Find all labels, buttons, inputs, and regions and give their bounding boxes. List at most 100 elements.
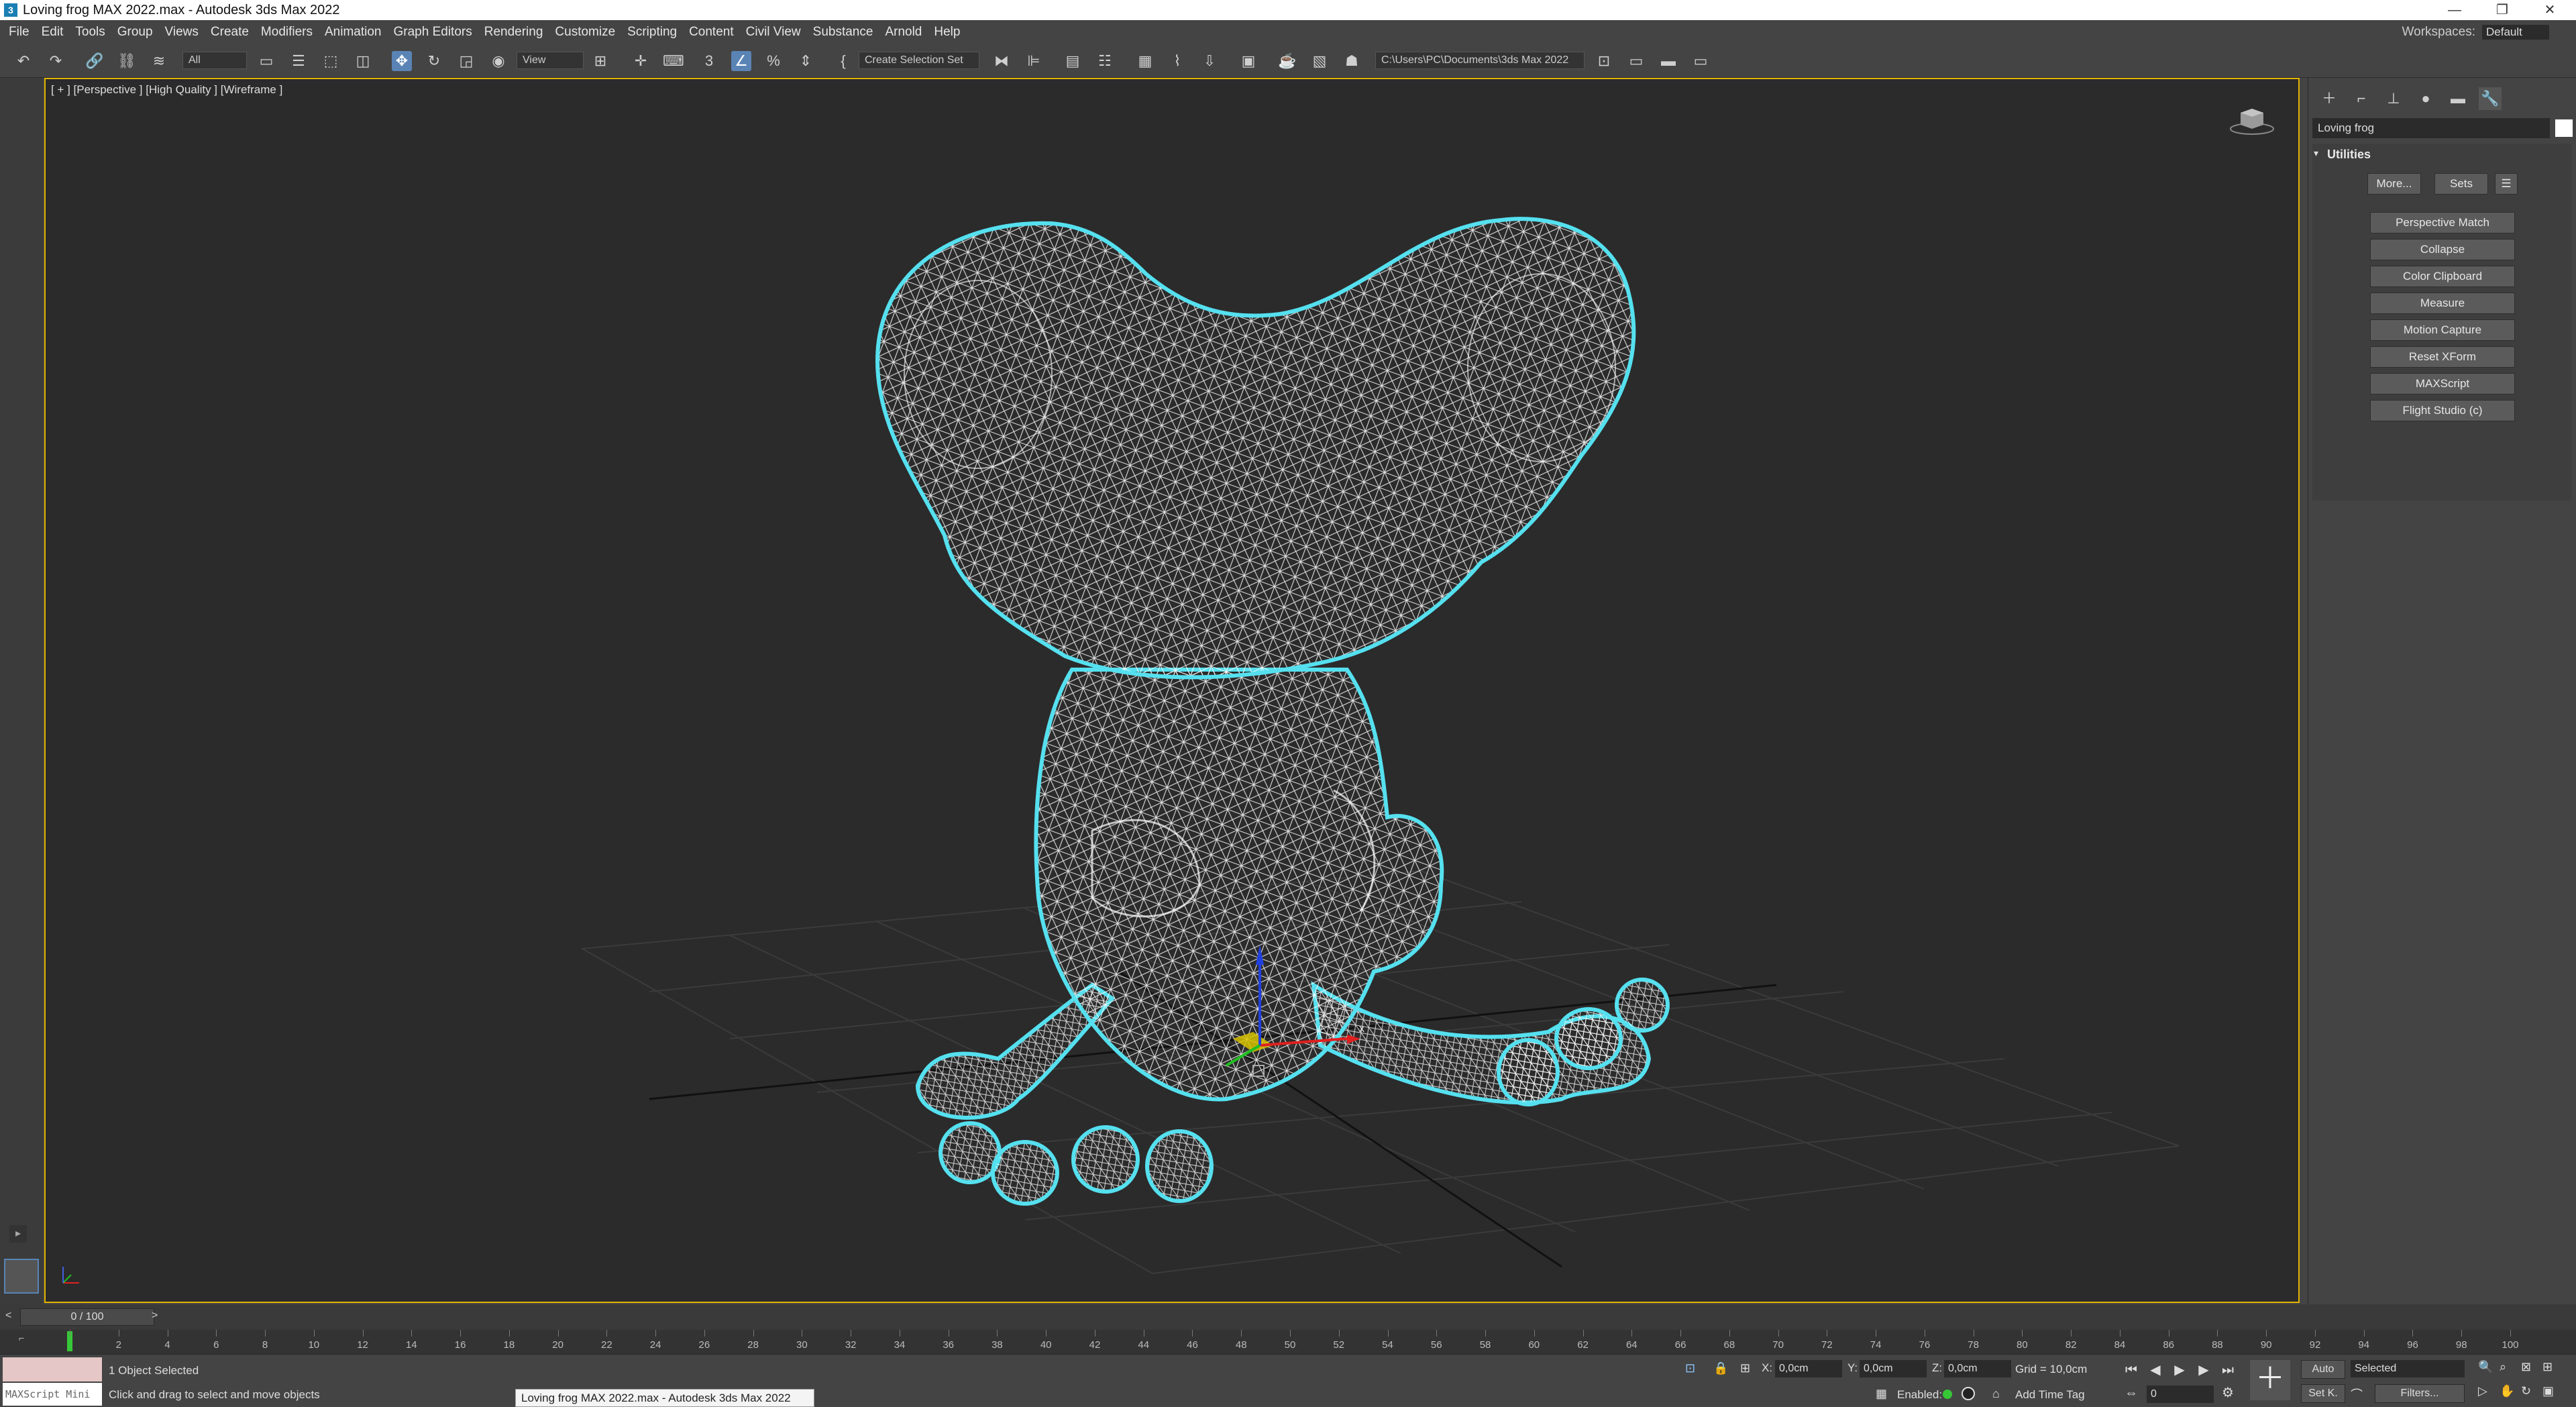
- menu-item-scripting[interactable]: Scripting: [621, 20, 683, 44]
- align-icon[interactable]: ⊫: [1024, 51, 1044, 71]
- auto-key-button[interactable]: Auto: [2301, 1360, 2345, 1379]
- menu-item-animation[interactable]: Animation: [319, 20, 388, 44]
- lock-selection-icon[interactable]: 🔒: [1713, 1361, 1728, 1375]
- pan-view-icon[interactable]: ✋: [2500, 1384, 2514, 1398]
- x-coordinate-field[interactable]: 0,0cm: [1775, 1360, 1842, 1377]
- reference-coordinate-dropdown[interactable]: View: [517, 52, 584, 69]
- undo-icon[interactable]: ↶: [13, 51, 34, 71]
- utility-button-measure[interactable]: Measure: [2370, 293, 2515, 314]
- object-name-field[interactable]: Loving frog: [2312, 118, 2550, 138]
- absolute-mode-icon[interactable]: ⊞: [1740, 1361, 1750, 1375]
- menu-item-content[interactable]: Content: [683, 20, 740, 44]
- utility-button-color-clipboard[interactable]: Color Clipboard: [2370, 266, 2515, 287]
- isolate-icon[interactable]: ⊡: [1685, 1361, 1695, 1375]
- utility-button-perspective-match[interactable]: Perspective Match: [2370, 212, 2515, 233]
- minimize-button[interactable]: —: [2438, 0, 2471, 20]
- selection-filter-dropdown[interactable]: All: [182, 52, 247, 69]
- select-scale-icon[interactable]: ◲: [456, 51, 476, 71]
- bind-spacewarp-icon[interactable]: ≋: [149, 51, 169, 71]
- spinner-snap-icon[interactable]: ⇕: [796, 51, 816, 71]
- goto-start-icon[interactable]: ⏮: [2121, 1360, 2141, 1380]
- play-icon[interactable]: ▶: [2169, 1360, 2190, 1380]
- named-selection-dropdown[interactable]: Create Selection Set: [859, 52, 979, 69]
- adaptive-degradation-icon[interactable]: ▦: [1876, 1387, 1887, 1401]
- menu-item-modifiers[interactable]: Modifiers: [255, 20, 319, 44]
- key-mode-icon[interactable]: ⇔: [2121, 1383, 2141, 1403]
- expand-arrow-icon[interactable]: ▸: [9, 1225, 27, 1243]
- key-mode-dropdown[interactable]: Selected: [2351, 1360, 2465, 1377]
- zoom-extents-all-icon[interactable]: ⊞: [2542, 1360, 2553, 1374]
- display-tab-icon[interactable]: ▬: [2447, 87, 2469, 110]
- project-folder-icon[interactable]: ⊡: [1594, 51, 1614, 71]
- time-tag-icon[interactable]: [1962, 1387, 1975, 1400]
- menu-item-file[interactable]: File: [3, 20, 36, 44]
- utility-button-collapse[interactable]: Collapse: [2370, 239, 2515, 260]
- object-color-swatch[interactable]: [2555, 119, 2573, 137]
- time-prev-icon[interactable]: <: [5, 1310, 11, 1322]
- utility-button-motion-capture[interactable]: Motion Capture: [2370, 319, 2515, 341]
- modify-tab-icon[interactable]: ⌐: [2350, 87, 2373, 110]
- y-coordinate-field[interactable]: 0,0cm: [1860, 1360, 1927, 1377]
- asset-tracking-icon[interactable]: ▭: [1690, 51, 1711, 71]
- menu-item-graph-editors[interactable]: Graph Editors: [388, 20, 478, 44]
- zoom-all-icon[interactable]: ⌕: [2500, 1360, 2506, 1374]
- menu-item-rendering[interactable]: Rendering: [478, 20, 549, 44]
- restore-button[interactable]: ❐: [2485, 0, 2519, 20]
- select-manipulate-icon[interactable]: ✛: [631, 51, 651, 71]
- unlink-icon[interactable]: ⛓: [117, 51, 137, 71]
- menu-item-group[interactable]: Group: [111, 20, 159, 44]
- current-frame-field[interactable]: 0: [2147, 1386, 2214, 1403]
- close-button[interactable]: ✕: [2533, 0, 2567, 20]
- rect-selection-icon[interactable]: ⬚: [321, 51, 341, 71]
- select-by-name-icon[interactable]: ☰: [288, 51, 309, 71]
- enabled-indicator[interactable]: [1943, 1390, 1952, 1399]
- sets-button[interactable]: Sets: [2434, 173, 2488, 195]
- configure-sets-icon[interactable]: ☰: [2495, 173, 2518, 195]
- workspaces-dropdown[interactable]: Default: [2482, 25, 2549, 40]
- hierarchy-tab-icon[interactable]: ⊥: [2382, 87, 2405, 110]
- menu-item-tools[interactable]: Tools: [69, 20, 111, 44]
- z-coordinate-field[interactable]: 0,0cm: [1944, 1360, 2011, 1377]
- key-filters-button[interactable]: Filters...: [2375, 1384, 2465, 1403]
- utility-button-maxscript[interactable]: MAXScript: [2370, 373, 2515, 395]
- maxscript-listener-pane[interactable]: [3, 1357, 102, 1382]
- material-editor-icon[interactable]: ▣: [1238, 51, 1258, 71]
- redo-icon[interactable]: ↷: [46, 51, 66, 71]
- render-production-icon[interactable]: ☗: [1342, 51, 1362, 71]
- percent-snap-icon[interactable]: %: [763, 51, 784, 71]
- menu-item-civil-view[interactable]: Civil View: [740, 20, 807, 44]
- ribbon-icon[interactable]: ▦: [1135, 51, 1155, 71]
- motion-tab-icon[interactable]: ●: [2414, 87, 2437, 110]
- select-move-icon[interactable]: ✥: [392, 51, 412, 71]
- orbit-icon[interactable]: ↻: [2521, 1384, 2531, 1398]
- window-crossing-icon[interactable]: ◫: [353, 51, 373, 71]
- utility-button-reset-xform[interactable]: Reset XForm: [2370, 346, 2515, 368]
- viewport-layout-icon[interactable]: [4, 1259, 39, 1294]
- layer-explorer-icon[interactable]: ☷: [1095, 51, 1115, 71]
- set-key-big-icon[interactable]: ＋: [2250, 1360, 2290, 1400]
- utilities-rollout-title[interactable]: Utilities: [2327, 144, 2371, 165]
- render-setup-icon[interactable]: ☕: [1277, 51, 1297, 71]
- menu-item-create[interactable]: Create: [205, 20, 255, 44]
- select-object-icon[interactable]: ▭: [256, 51, 276, 71]
- create-project-icon[interactable]: ▭: [1626, 51, 1646, 71]
- select-rotate-icon[interactable]: ↻: [424, 51, 444, 71]
- curve-editor-toggle-icon[interactable]: ⌐: [19, 1333, 24, 1343]
- perspective-viewport[interactable]: [ + ] [Perspective ] [High Quality ] [Wi…: [44, 78, 2300, 1303]
- snaps-toggle-icon[interactable]: 3: [699, 51, 719, 71]
- open-folder-icon[interactable]: ▬: [1658, 51, 1678, 71]
- time-config-icon[interactable]: ⚙: [2218, 1383, 2238, 1403]
- rollout-collapse-icon[interactable]: ▾: [2314, 148, 2318, 159]
- schematic-view-icon[interactable]: ⇩: [1199, 51, 1220, 71]
- menu-item-customize[interactable]: Customize: [549, 20, 621, 44]
- timeline-ruler[interactable]: ⌐ 2 4 6 8 10 12 14 16 18 20 22 24 26 28 30 32 34 36 38 40 42…: [0, 1330, 2576, 1354]
- field-of-view-icon[interactable]: ▷: [2478, 1384, 2487, 1398]
- goto-end-icon[interactable]: ⏭: [2218, 1360, 2238, 1380]
- menu-item-views[interactable]: Views: [159, 20, 205, 44]
- menu-item-arnold[interactable]: Arnold: [879, 20, 928, 44]
- scene-explorer-icon[interactable]: ▤: [1063, 51, 1083, 71]
- angle-snap-icon[interactable]: ∠: [731, 51, 751, 71]
- keyboard-shortcut-icon[interactable]: ⌨: [663, 51, 684, 71]
- zoom-extents-icon[interactable]: ⊠: [2521, 1360, 2531, 1374]
- maxscript-mini-field[interactable]: MAXScript Mini: [3, 1383, 102, 1406]
